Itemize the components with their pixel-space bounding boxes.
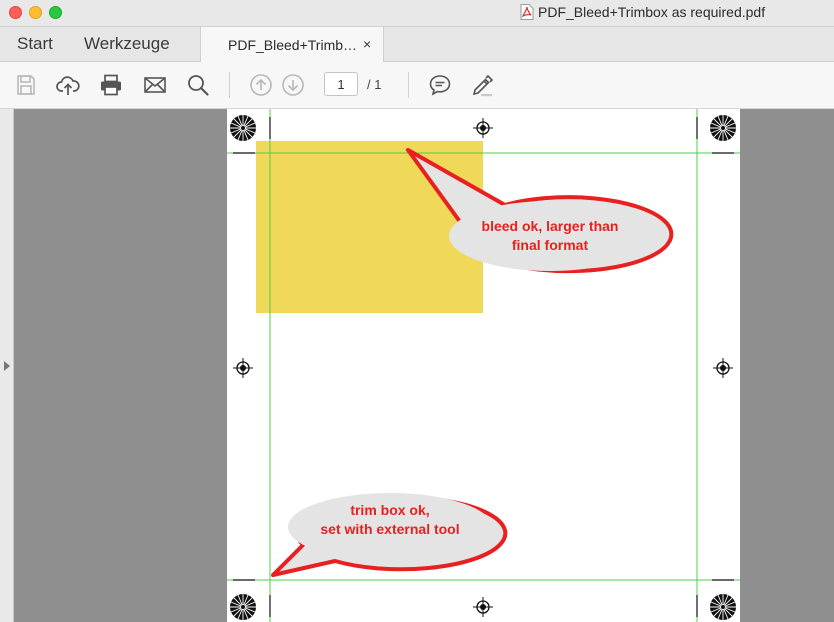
tab-document-label: PDF_Bleed+Trimb… <box>228 37 358 53</box>
next-page-icon[interactable] <box>281 73 305 97</box>
window-title-text: PDF_Bleed+Trimbox as required.pdf <box>538 4 766 20</box>
minimize-window-button[interactable] <box>29 6 42 19</box>
tab-home[interactable]: Start <box>17 34 53 54</box>
search-icon[interactable] <box>186 73 210 97</box>
comment-icon[interactable] <box>428 73 452 97</box>
star-target-bottom-left <box>229 593 257 621</box>
callout-trim: trim box ok, set with external tool <box>271 493 508 577</box>
star-target-top-right <box>709 114 737 142</box>
tab-close-button[interactable]: × <box>363 36 371 52</box>
callout-trim-line2: set with external tool <box>320 521 459 537</box>
page-total: / 1 <box>367 77 382 92</box>
star-target-bottom-right <box>709 593 737 621</box>
yellow-artwork-box <box>256 141 483 313</box>
pdf-file-icon <box>520 4 534 20</box>
navigation-pane-strip <box>0 109 14 622</box>
previous-page-icon[interactable] <box>249 73 273 97</box>
window-title: PDF_Bleed+Trimbox as required.pdf <box>520 4 765 20</box>
callout-bleed-line1: bleed ok, larger than <box>482 218 619 234</box>
highlight-pen-icon[interactable] <box>470 73 494 97</box>
tab-bar: Start Werkzeuge PDF_Bleed+Trimb… × <box>0 27 834 62</box>
save-icon[interactable] <box>14 73 38 97</box>
callout-trim-line1: trim box ok, <box>350 502 429 518</box>
page-artwork: bleed ok, larger than final format trim … <box>227 109 740 622</box>
registration-mark-left <box>232 357 254 379</box>
tab-document[interactable]: PDF_Bleed+Trimb… × <box>200 27 384 62</box>
tab-tools[interactable]: Werkzeuge <box>84 34 170 54</box>
main-toolbar: / 1 <box>0 62 834 109</box>
mail-icon[interactable] <box>143 73 167 97</box>
callout-bleed-line2: final format <box>512 237 589 253</box>
star-target-top-left <box>229 114 257 142</box>
toolbar-separator <box>229 72 230 98</box>
registration-mark-bottom <box>472 596 494 618</box>
cloud-upload-icon[interactable] <box>56 73 80 97</box>
window-titlebar: PDF_Bleed+Trimbox as required.pdf <box>0 0 834 27</box>
registration-mark-right <box>712 357 734 379</box>
page-number-input[interactable] <box>324 72 358 96</box>
document-page[interactable]: bleed ok, larger than final format trim … <box>227 109 740 622</box>
registration-mark-top <box>472 117 494 139</box>
print-icon[interactable] <box>99 73 123 97</box>
close-window-button[interactable] <box>9 6 22 19</box>
zoom-window-button[interactable] <box>49 6 62 19</box>
expand-pane-arrow-icon[interactable] <box>3 361 11 371</box>
toolbar-separator <box>408 72 409 98</box>
